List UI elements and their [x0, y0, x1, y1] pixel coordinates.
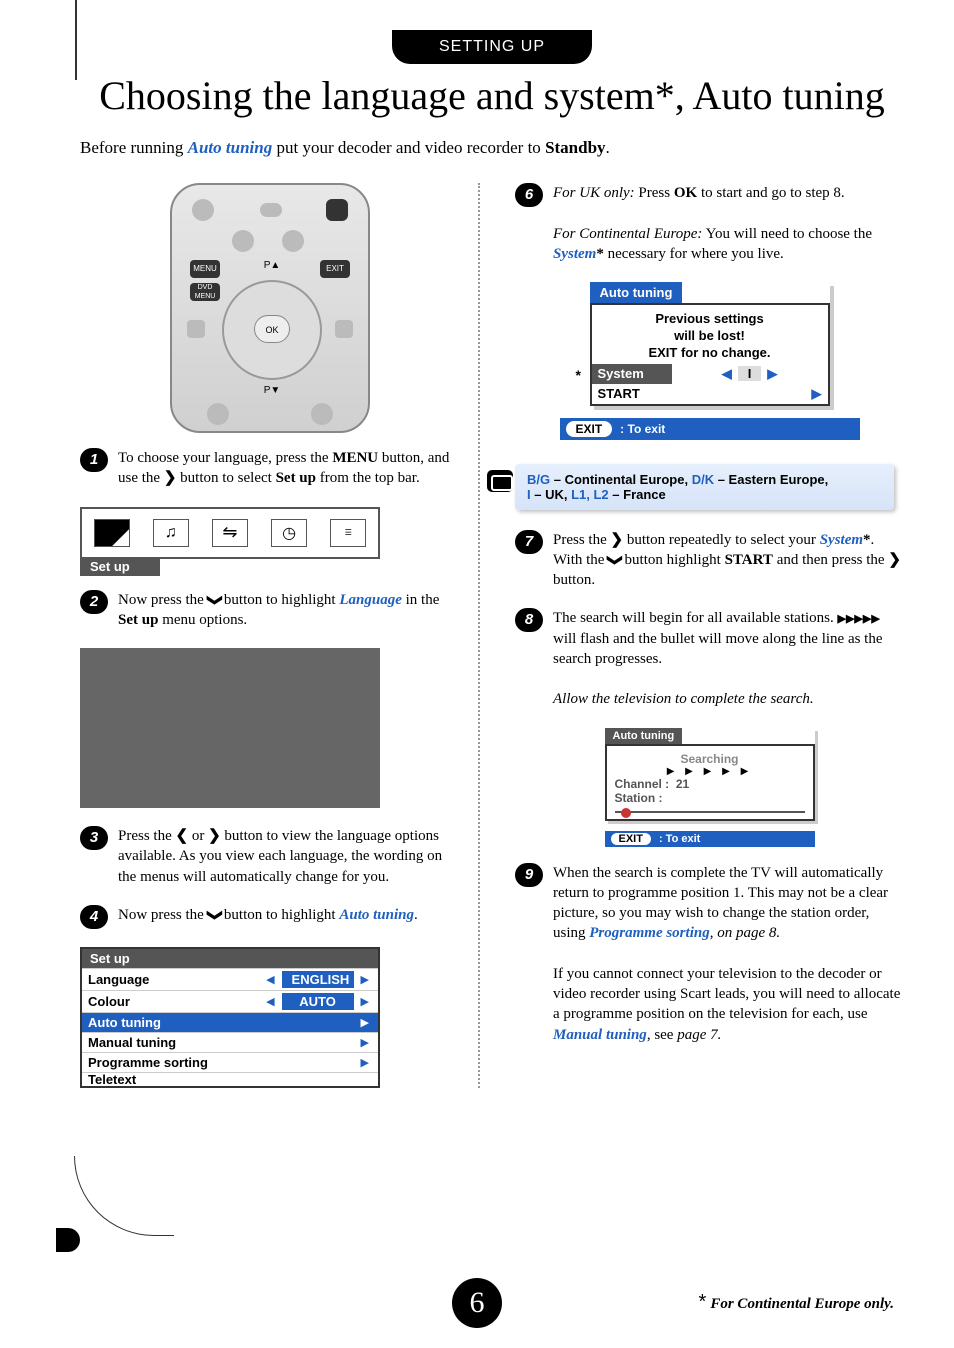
searching-osd: Auto tuning Searching ▶ ▶ ▶ ▶ ▶ Channel … — [605, 728, 815, 821]
step-7: 7 Press the ❯ button repeatedly to selec… — [515, 530, 904, 591]
footnote: *For Continental Europe only. — [699, 1291, 894, 1314]
decor-line — [75, 0, 77, 80]
remote-illustration: MENU P▲ EXIT DVD MENU OK P▼ — [170, 183, 370, 433]
step-number: 2 — [80, 590, 108, 614]
remote-btn-generic — [311, 403, 333, 425]
setup-menu-osd: Set up Language ◀ENGLISH▶ Colour ◀AUTO▶ … — [80, 947, 380, 1088]
remote-p-up: P▲ — [260, 260, 284, 271]
setup-row-programme-sorting: Programme sorting ▶ — [82, 1052, 378, 1072]
osd-tab-bar: ♫ ⇋ ◷ ☰ Set up — [80, 507, 460, 576]
decor-corner — [56, 1228, 80, 1252]
osd-screenshot-placeholder — [80, 648, 380, 808]
auto-tuning-system-row: System ◀I▶ — [592, 364, 828, 384]
step-number: 4 — [80, 905, 108, 929]
auto-tuning-start-row: START ▶ — [592, 384, 828, 404]
step-9: 9 When the search is complete the TV wil… — [515, 863, 904, 1045]
setup-row-colour: Colour ◀AUTO▶ — [82, 990, 378, 1012]
auto-tuning-osd: Auto tuning Previous settings will be lo… — [590, 282, 830, 406]
remote-exit-btn: EXIT — [320, 260, 350, 278]
remote-btn-generic — [232, 230, 254, 252]
tab-feature-icon: ⇋ — [212, 519, 248, 547]
intro-text: Before running Auto tuning put your deco… — [80, 138, 904, 158]
column-divider — [478, 183, 480, 1088]
remote-menu-btn: MENU — [190, 260, 220, 278]
remote-dvd-menu-btn: DVD MENU — [190, 283, 220, 301]
exit-bar: EXIT : To exit — [560, 418, 860, 440]
step-number: 3 — [80, 826, 108, 850]
remote-btn-generic — [187, 320, 205, 338]
system-note-box: B/G – Continental Europe, D/K – Eastern … — [515, 464, 894, 510]
exit-pill: EXIT — [566, 421, 613, 437]
step-4: 4 Now press the ❯ button to highlight Au… — [80, 905, 460, 929]
step-number: 9 — [515, 863, 543, 887]
step-1: 1 To choose your language, press the MEN… — [80, 448, 460, 489]
step-2: 2 Now press the ❯ button to highlight La… — [80, 590, 460, 631]
step-number: 7 — [515, 530, 543, 554]
remote-ok-btn: OK — [254, 315, 290, 343]
asterisk-icon: * — [576, 367, 581, 383]
tab-setup-icon: ☰ — [330, 519, 366, 547]
tab-picture-icon — [94, 519, 130, 547]
setup-row-manual-tuning: Manual tuning ▶ — [82, 1032, 378, 1052]
note-icon — [487, 470, 513, 492]
tab-timer-icon: ◷ — [271, 519, 307, 547]
setup-row-teletext: Teletext — [82, 1072, 378, 1086]
section-header: SETTING UP — [392, 30, 592, 64]
auto-tuning-tab: Auto tuning — [590, 282, 683, 303]
step-6: 6 For UK only: Press OK to start and go … — [515, 183, 904, 264]
decor-curve — [74, 1156, 174, 1236]
page-number: 6 — [452, 1278, 502, 1328]
remote-btn-generic — [260, 203, 282, 217]
step-8: 8 The search will begin for all availabl… — [515, 608, 904, 709]
remote-btn-generic — [282, 230, 304, 252]
osd-tab-label: Set up — [80, 557, 160, 576]
remote-btn-generic — [192, 199, 214, 221]
step-number: 8 — [515, 608, 543, 632]
page-title: Choosing the language and system*, Auto … — [80, 74, 904, 118]
remote-p-down: P▼ — [260, 385, 284, 396]
setup-row-auto-tuning: Auto tuning ▶ — [82, 1012, 378, 1032]
exit-bar-small: EXIT : To exit — [605, 831, 815, 847]
setup-row-language: Language ◀ENGLISH▶ — [82, 968, 378, 990]
step-3: 3 Press the ❮ or ❯ button to view the la… — [80, 826, 460, 887]
step-number: 6 — [515, 183, 543, 207]
tab-sound-icon: ♫ — [153, 519, 189, 547]
setup-menu-header: Set up — [82, 949, 378, 968]
remote-btn-generic — [335, 320, 353, 338]
remote-btn-power — [326, 199, 348, 221]
remote-btn-generic — [207, 403, 229, 425]
step-number: 1 — [80, 448, 108, 472]
